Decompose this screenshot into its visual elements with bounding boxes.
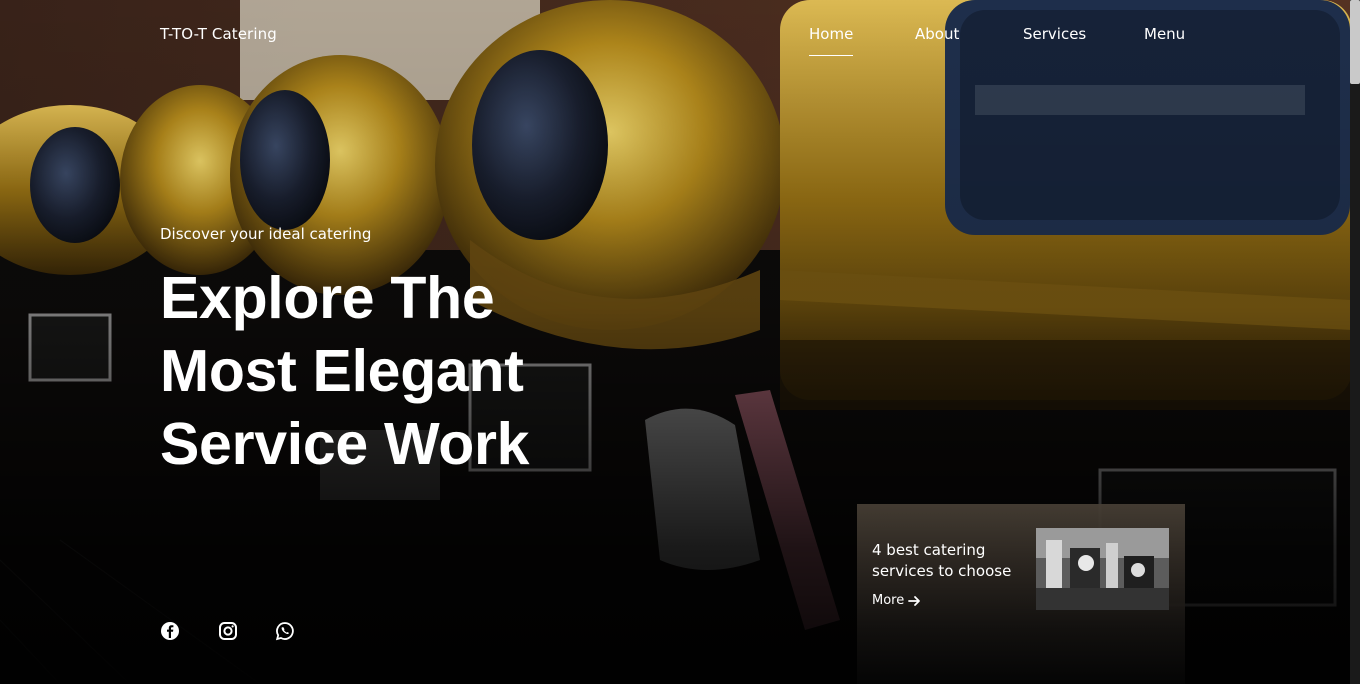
main-nav: Home About Services Menu: [0, 25, 1360, 56]
whatsapp-icon[interactable]: [275, 621, 295, 641]
nav-item-menu[interactable]: Menu: [1144, 25, 1185, 43]
promo-card-image[interactable]: [1036, 528, 1169, 610]
more-link-label: More: [872, 593, 905, 608]
nav-item-about[interactable]: About: [915, 25, 959, 43]
promo-card-title: 4 best catering services to choose: [872, 541, 1012, 580]
event-photo-icon: [1036, 528, 1169, 610]
instagram-icon[interactable]: [218, 621, 238, 641]
nav-item-home[interactable]: Home: [809, 25, 854, 56]
facebook-icon[interactable]: [160, 621, 180, 641]
arrow-right-icon: [908, 595, 921, 606]
headline-line-3: Service Work: [160, 411, 530, 477]
page-scrollbar[interactable]: [1350, 0, 1360, 684]
more-link[interactable]: More: [872, 593, 922, 608]
nav-item-services[interactable]: Services: [1023, 25, 1086, 43]
hero-section: T-TO-T Catering Home About Services Menu…: [0, 0, 1360, 684]
promo-card[interactable]: 4 best catering services to choose More: [857, 504, 1185, 684]
hero-headline: Explore The Most Elegant Service Work: [160, 262, 580, 481]
headline-line-2: Most Elegant: [160, 338, 524, 404]
scrollbar-thumb[interactable]: [1350, 0, 1360, 84]
hero-eyebrow: Discover your ideal catering: [160, 225, 372, 243]
headline-line-1: Explore The: [160, 265, 495, 331]
